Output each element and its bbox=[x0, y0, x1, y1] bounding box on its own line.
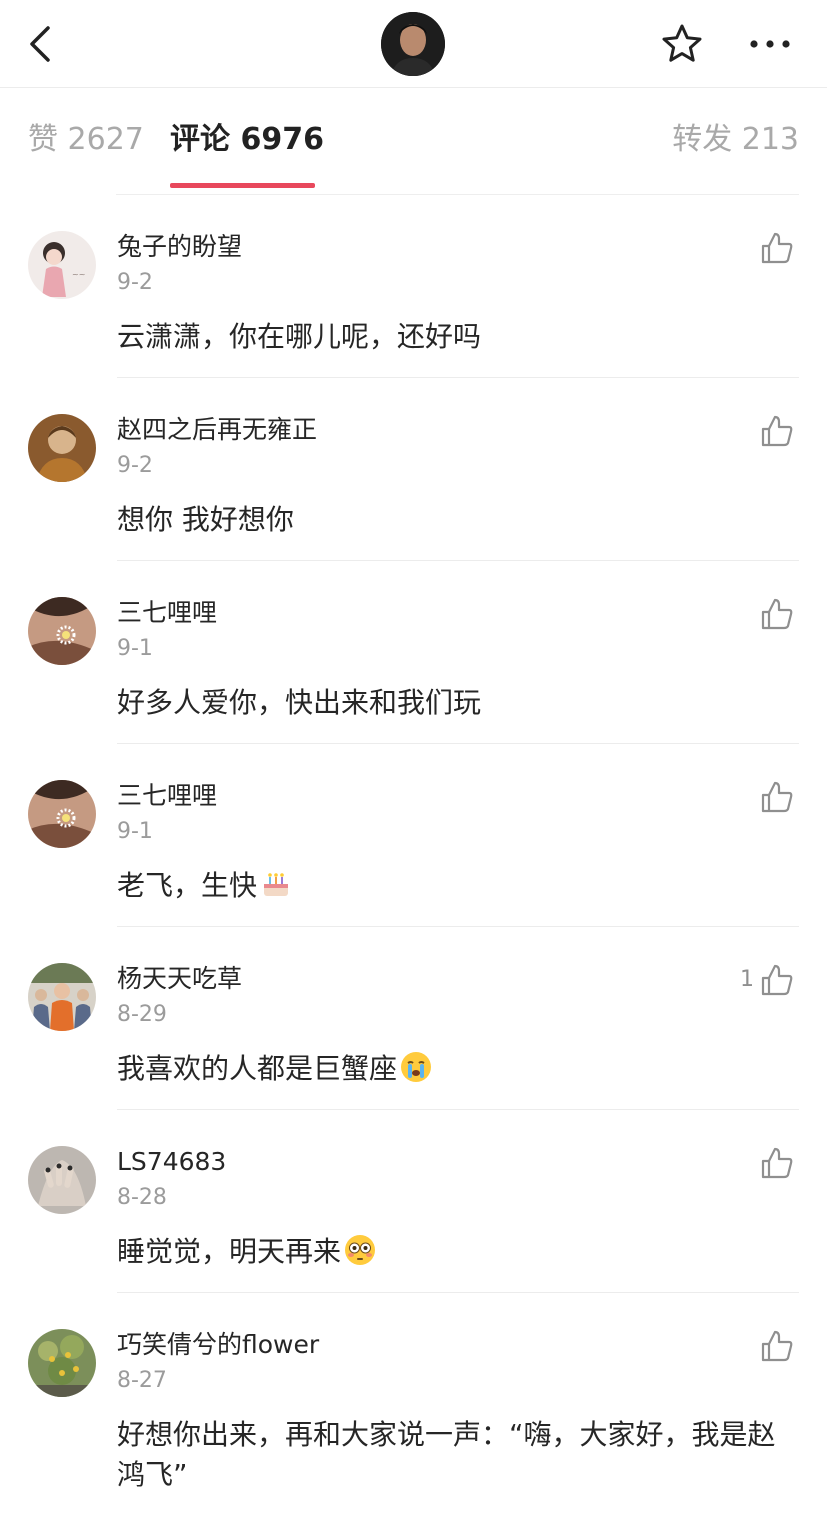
more-button[interactable] bbox=[746, 26, 794, 62]
tab-reposts[interactable]: 转发 213 bbox=[672, 120, 799, 160]
tab-likes[interactable]: 赞 2627 bbox=[28, 120, 144, 160]
like-button[interactable] bbox=[760, 231, 794, 265]
comment-username[interactable]: 杨天天吃草 bbox=[117, 963, 242, 995]
comment-text: 好多人爱你，快出来和我们玩 bbox=[117, 686, 482, 719]
crying-face-emoji bbox=[401, 1052, 432, 1082]
comment-text: 想你 我好想你 bbox=[117, 503, 294, 536]
comment-text-content: 我喜欢的人都是巨蟹座 bbox=[117, 1052, 398, 1085]
comment-text-content: 老飞，生快 bbox=[117, 869, 258, 902]
thumbs-up-icon bbox=[761, 598, 793, 630]
avatar[interactable] bbox=[28, 414, 96, 482]
like-button[interactable] bbox=[760, 780, 794, 814]
comment-item: 巧笑倩兮的flower 8-27 好想你出来，再和大家说一声：“嗨，大家好，我是… bbox=[0, 1329, 827, 1515]
comment-date: 9-2 bbox=[117, 270, 153, 295]
tab-bar: 赞 2627 评论 6976 转发 213 bbox=[0, 88, 827, 196]
thumbs-up-icon bbox=[761, 781, 793, 813]
comment-date: 9-2 bbox=[117, 453, 153, 478]
comment-text: 我喜欢的人都是巨蟹座 bbox=[117, 1049, 797, 1089]
comment-date: 8-29 bbox=[117, 1002, 167, 1027]
avatar[interactable]: ~~ bbox=[28, 231, 96, 299]
chevron-left-icon bbox=[30, 26, 50, 62]
tab-comments[interactable]: 评论 6976 bbox=[170, 120, 324, 160]
like-count: 1 bbox=[740, 967, 754, 992]
comment-item: ~~ 兔子的盼望 9-2 云潇潇，你在哪儿呢，还好吗 bbox=[0, 231, 827, 381]
thumbs-up-icon bbox=[761, 232, 793, 264]
top-bar bbox=[0, 0, 827, 88]
comment-text: 老飞，生快 bbox=[117, 866, 797, 906]
comment-date: 9-1 bbox=[117, 819, 153, 844]
comment-item: 三七哩哩 9-1 老飞，生快 bbox=[0, 780, 827, 930]
avatar[interactable] bbox=[28, 963, 96, 1031]
thumbs-up-icon bbox=[761, 415, 793, 447]
like-button[interactable] bbox=[760, 963, 794, 997]
avatar[interactable] bbox=[28, 597, 96, 665]
divider bbox=[116, 194, 799, 195]
thumbs-up-icon bbox=[761, 1330, 793, 1362]
comment-username[interactable]: 三七哩哩 bbox=[117, 780, 217, 812]
profile-avatar[interactable] bbox=[381, 12, 445, 76]
like-button[interactable] bbox=[760, 597, 794, 631]
comment-username[interactable]: LS74683 bbox=[117, 1146, 226, 1178]
thumbs-up-icon bbox=[761, 964, 793, 996]
comment-text: 云潇潇，你在哪儿呢，还好吗 bbox=[117, 320, 482, 353]
comment-date: 8-28 bbox=[117, 1185, 167, 1210]
back-button[interactable] bbox=[22, 22, 62, 66]
like-button[interactable] bbox=[760, 1146, 794, 1180]
thumbs-up-icon bbox=[761, 1147, 793, 1179]
comment-item: 三七哩哩 9-1 好多人爱你，快出来和我们玩 bbox=[0, 597, 827, 747]
comment-item: 赵四之后再无雍正 9-2 想你 我好想你 bbox=[0, 414, 827, 564]
comment-item: LS74683 8-28 睡觉觉，明天再来 bbox=[0, 1146, 827, 1296]
comment-text: 睡觉觉，明天再来 bbox=[117, 1232, 797, 1272]
divider bbox=[117, 377, 799, 378]
favorite-button[interactable] bbox=[658, 20, 706, 68]
avatar[interactable] bbox=[28, 1146, 96, 1214]
comment-username[interactable]: 三七哩哩 bbox=[117, 597, 217, 629]
divider bbox=[117, 1109, 799, 1110]
divider bbox=[117, 743, 799, 744]
star-outline-icon bbox=[662, 24, 702, 62]
divider bbox=[117, 560, 799, 561]
comment-username[interactable]: 巧笑倩兮的flower bbox=[117, 1329, 319, 1361]
more-horizontal-icon bbox=[750, 40, 790, 48]
comment-date: 9-1 bbox=[117, 636, 153, 661]
comment-text: 好想你出来，再和大家说一声：“嗨，大家好，我是赵鸿飞” bbox=[117, 1418, 776, 1491]
comment-text-content: 睡觉觉，明天再来 bbox=[117, 1235, 342, 1268]
comment-username[interactable]: 赵四之后再无雍正 bbox=[117, 414, 317, 446]
like-button[interactable] bbox=[760, 1329, 794, 1363]
divider bbox=[117, 926, 799, 927]
birthday-cake-emoji bbox=[264, 873, 289, 896]
like-button[interactable] bbox=[760, 414, 794, 448]
divider bbox=[117, 1292, 799, 1293]
comment-username[interactable]: 兔子的盼望 bbox=[117, 231, 242, 263]
comment-item: 杨天天吃草 8-29 我喜欢的人都是巨蟹座 1 bbox=[0, 963, 827, 1113]
comment-date: 8-27 bbox=[117, 1368, 167, 1393]
flushed-face-emoji bbox=[345, 1235, 376, 1265]
active-tab-indicator bbox=[170, 183, 315, 188]
avatar[interactable] bbox=[28, 780, 96, 848]
svg-text:~~: ~~ bbox=[72, 270, 85, 279]
avatar[interactable] bbox=[28, 1329, 96, 1397]
